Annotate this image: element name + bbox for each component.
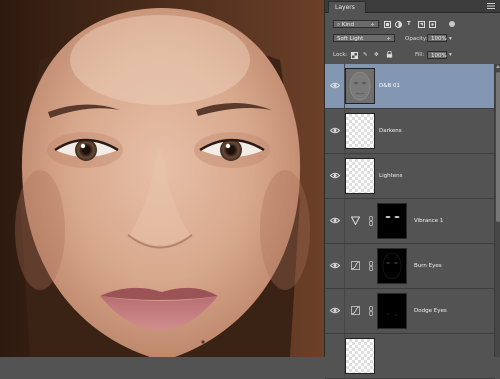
eye-icon[interactable]: [330, 307, 340, 314]
mask-eyes-icon: [385, 216, 400, 218]
lock-label: Lock:: [333, 52, 348, 58]
eye-icon[interactable]: [330, 82, 340, 89]
fill-chevron-icon[interactable]: ▾: [449, 50, 452, 60]
eye-icon[interactable]: [330, 217, 340, 224]
layers-scrollbar[interactable]: [494, 64, 500, 357]
curves-icon[interactable]: [351, 261, 360, 270]
scroll-up-icon[interactable]: [496, 65, 500, 68]
layer-row-darkens[interactable]: Darkens: [325, 109, 495, 154]
chevron-down-icon: ÷: [386, 36, 391, 42]
layer-row-burn-eyes[interactable]: Burn Eyes: [325, 244, 495, 289]
layer-name: Dodge Eyes: [414, 308, 447, 314]
filter-kind-select[interactable]: ⌕ Kind ÷: [333, 20, 379, 28]
document-canvas[interactable]: [0, 0, 324, 357]
layer-thumbnail: [345, 158, 375, 194]
filter-toggle[interactable]: [449, 21, 455, 27]
filter-row: ⌕ Kind ÷ T: [329, 20, 497, 30]
layers-list: D&B 01 Darkens Lightens Vibrance 1 Burn …: [325, 64, 495, 379]
layer-name: Vibrance 1: [414, 218, 444, 224]
lock-all-icon[interactable]: [386, 51, 393, 58]
chain-link-icon[interactable]: [369, 306, 373, 316]
mask-face-faint-icon: [382, 252, 402, 280]
chain-link-icon[interactable]: [369, 216, 373, 226]
panel-tab-bar: Layers: [325, 0, 500, 13]
lock-row: Lock: ✎ ✥ Fill: 100% ▾: [329, 50, 497, 60]
shape-filter-icon[interactable]: [418, 21, 425, 28]
layer-name: Burn Eyes: [414, 263, 442, 269]
opacity-label: Opacity:: [405, 36, 428, 42]
panel-menu-icon[interactable]: [487, 3, 495, 9]
lock-transparent-icon[interactable]: [351, 52, 358, 59]
layer-thumbnail: [345, 113, 375, 149]
layer-name: Darkens: [379, 128, 402, 134]
layer-row-lightens[interactable]: Lightens: [325, 154, 495, 199]
layer-name: D&B 01: [379, 83, 401, 89]
adjustment-filter-icon[interactable]: [395, 21, 402, 28]
scrollbar-thumb[interactable]: [496, 72, 500, 222]
lock-position-icon[interactable]: ✥: [374, 50, 379, 60]
layer-mask-thumbnail: [377, 203, 407, 239]
blend-row: Soft Light ÷ Opacity: 100% ▾: [329, 34, 497, 44]
type-filter-icon[interactable]: T: [407, 19, 411, 29]
blend-mode-value: Soft Light: [337, 36, 364, 42]
layer-name: Lightens: [379, 173, 403, 179]
layers-panel: Layers ⌕ Kind ÷ T Soft Light ÷ Opacity: 10…: [324, 0, 500, 379]
layer-row-dodge-eyes[interactable]: Dodge Eyes: [325, 289, 495, 334]
opacity-field[interactable]: 100%: [427, 34, 447, 42]
layer-mask-thumbnail: [377, 248, 407, 284]
vibrance-icon[interactable]: [351, 216, 360, 225]
layer-row-vibrance-1[interactable]: Vibrance 1: [325, 199, 495, 244]
tab-layers[interactable]: Layers: [328, 1, 366, 13]
opacity-chevron-icon[interactable]: ▾: [449, 34, 452, 44]
visibility-column: [325, 334, 345, 378]
chevron-down-icon: ÷: [370, 22, 375, 28]
fill-label: Fill:: [415, 52, 425, 58]
mask-dots-icon: [387, 313, 397, 316]
lock-pixels-icon[interactable]: ✎: [363, 50, 368, 60]
portrait-photo: [0, 0, 324, 357]
layer-thumbnail: [345, 68, 375, 104]
face-thumbnail-icon: [349, 71, 371, 101]
eye-icon[interactable]: [330, 262, 340, 269]
pixel-filter-icon[interactable]: [384, 21, 391, 28]
filter-kind-value: Kind: [341, 22, 354, 28]
layer-row-d-and-b-01[interactable]: D&B 01: [325, 64, 495, 109]
blend-mode-select[interactable]: Soft Light ÷: [333, 34, 395, 42]
smart-object-filter-icon[interactable]: [429, 21, 436, 28]
layer-thumbnail: [345, 338, 375, 374]
fill-field[interactable]: 100%: [427, 51, 447, 59]
curves-icon[interactable]: [351, 306, 360, 315]
eye-icon[interactable]: [330, 127, 340, 134]
eye-icon[interactable]: [330, 172, 340, 179]
layer-mask-thumbnail: [377, 293, 407, 329]
chain-link-icon[interactable]: [369, 261, 373, 271]
